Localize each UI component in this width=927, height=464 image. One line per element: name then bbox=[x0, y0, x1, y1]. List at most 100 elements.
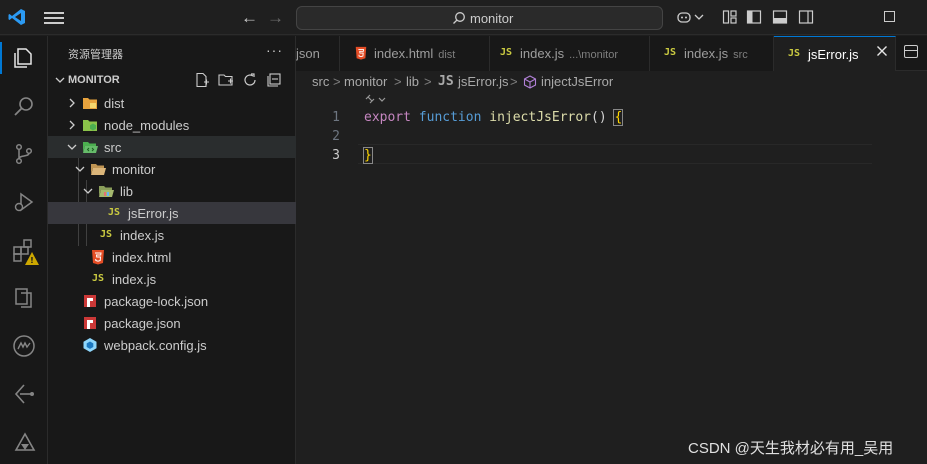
breadcrumb-item[interactable]: injectJsError bbox=[541, 74, 613, 89]
js-file-icon: JS bbox=[788, 48, 801, 59]
tree-item-label: monitor bbox=[112, 162, 156, 177]
breadcrumb-separator: > bbox=[333, 74, 341, 89]
npm-file-icon bbox=[84, 295, 96, 307]
copilot-icon[interactable] bbox=[676, 9, 692, 25]
tab-label: index.js ...\monitor bbox=[520, 46, 618, 61]
chevron-down-icon[interactable] bbox=[694, 9, 704, 25]
tree-item-jserror-js[interactable]: JS jsError.js bbox=[48, 202, 296, 224]
breadcrumb-separator: > bbox=[394, 74, 402, 89]
search-icon[interactable] bbox=[0, 86, 48, 126]
tree-item-label: jsError.js bbox=[128, 206, 179, 221]
source-control-icon[interactable] bbox=[0, 134, 48, 174]
command-center-search[interactable]: monitor bbox=[296, 6, 663, 30]
tab-description: ...\monitor bbox=[569, 49, 618, 61]
tab-description: src bbox=[733, 49, 748, 61]
tree-item-index-js[interactable]: JS index.js bbox=[48, 268, 296, 290]
tree-item-label: index.js bbox=[112, 272, 157, 287]
tree-item-package-json[interactable]: package.json bbox=[48, 312, 296, 334]
tree-item-webpack-config-js[interactable]: webpack.config.js bbox=[48, 334, 296, 356]
svg-text:!: ! bbox=[30, 256, 34, 265]
tab-index-js-monitor[interactable]: JS index.js ...\monitor bbox=[490, 36, 650, 71]
toggle-sidebar-icon[interactable] bbox=[746, 9, 762, 25]
html5-file-icon bbox=[355, 46, 367, 60]
new-file-icon[interactable] bbox=[194, 72, 210, 88]
workspace-section-header[interactable]: MONITOR bbox=[48, 70, 296, 92]
tree-item-label: package-lock.json bbox=[104, 294, 209, 309]
tab-json[interactable]: json bbox=[296, 36, 340, 71]
explorer-icon[interactable] bbox=[0, 38, 48, 78]
js-file-icon: JS bbox=[108, 207, 121, 218]
code-editor[interactable]: 1 2 3 export function injectJsError() { … bbox=[296, 93, 927, 464]
tree-item-node-modules[interactable]: node_modules bbox=[48, 114, 296, 136]
refresh-icon[interactable] bbox=[242, 72, 258, 88]
tab-index-js-src[interactable]: JS index.js src bbox=[650, 36, 774, 71]
js-file-icon: JS bbox=[438, 74, 454, 89]
more-actions-icon[interactable]: ··· bbox=[266, 42, 283, 58]
tree-item-package-lock-json[interactable]: package-lock.json bbox=[48, 290, 296, 312]
tree-item-lib[interactable]: lib bbox=[48, 180, 296, 202]
tab-label: json bbox=[296, 46, 320, 61]
gitlens-icon[interactable] bbox=[0, 374, 48, 414]
chevron-right-icon bbox=[69, 120, 75, 130]
search-icon bbox=[453, 12, 465, 24]
tree-item-label: package.json bbox=[104, 316, 181, 331]
tab-label: index.html dist bbox=[374, 46, 456, 61]
breadcrumb-item[interactable]: lib bbox=[406, 74, 419, 89]
tree-item-label: dist bbox=[104, 96, 125, 111]
codelens-icon bbox=[365, 94, 386, 104]
toggle-panel-icon[interactable] bbox=[772, 9, 788, 25]
code-line: } bbox=[363, 147, 373, 164]
symbol-method-icon bbox=[523, 75, 537, 89]
tree-item-src[interactable]: src bbox=[48, 136, 296, 158]
html5-file-icon bbox=[92, 250, 104, 265]
tree-item-index-html[interactable]: index.html bbox=[48, 246, 296, 268]
breadcrumb-item[interactable]: monitor bbox=[344, 74, 387, 89]
run-debug-icon[interactable] bbox=[0, 182, 48, 222]
chevron-down-icon bbox=[55, 77, 65, 83]
aw-icon[interactable] bbox=[0, 326, 48, 366]
remote-explorer-icon[interactable] bbox=[0, 278, 48, 318]
folder-src-open-icon bbox=[83, 142, 98, 153]
breadcrumb-item[interactable]: jsError.js bbox=[458, 74, 509, 89]
minimap[interactable] bbox=[880, 93, 882, 99]
brace-token: } bbox=[363, 147, 373, 164]
editor-tabs: json index.html dist JS index.js ...\monit… bbox=[296, 36, 927, 71]
chevron-right-icon bbox=[69, 98, 75, 108]
collapse-all-icon[interactable] bbox=[266, 72, 282, 88]
extensions-icon[interactable]: ! bbox=[0, 230, 48, 270]
menu-icon[interactable] bbox=[44, 10, 64, 26]
folder-open-icon bbox=[91, 164, 106, 175]
tree-item-dist[interactable]: dist bbox=[48, 92, 296, 114]
close-icon[interactable] bbox=[876, 45, 888, 57]
tree-item-label: index.js bbox=[120, 228, 165, 243]
breadcrumb-item[interactable]: src bbox=[312, 74, 329, 89]
chevron-down-icon bbox=[83, 188, 93, 194]
workspace-name: MONITOR bbox=[68, 74, 120, 86]
tree-item-index-js[interactable]: JS index.js bbox=[48, 224, 296, 246]
arrow-right-icon[interactable]: → bbox=[267, 8, 284, 28]
extension-icon[interactable] bbox=[0, 422, 48, 462]
js-file-icon: JS bbox=[664, 47, 677, 58]
tree-item-label: node_modules bbox=[104, 118, 190, 133]
punctuation-token: () bbox=[591, 110, 607, 125]
toggle-secondary-sidebar-icon[interactable] bbox=[798, 9, 814, 25]
maximize-icon[interactable] bbox=[884, 11, 895, 22]
js-file-icon: JS bbox=[92, 273, 105, 284]
customize-layout-icon[interactable] bbox=[722, 9, 738, 25]
tab-index-html[interactable]: index.html dist bbox=[340, 36, 490, 71]
line-number: 2 bbox=[332, 129, 340, 144]
current-line-highlight bbox=[358, 144, 872, 164]
watermark: CSDN @天生我材必有用_吴用 bbox=[688, 440, 894, 457]
tree-item-monitor[interactable]: monitor bbox=[48, 158, 296, 180]
line-number: 1 bbox=[332, 110, 340, 125]
keyword-token: function bbox=[418, 110, 482, 125]
breadcrumb-separator: > bbox=[510, 74, 518, 89]
js-file-icon: JS bbox=[100, 229, 113, 240]
chevron-down-icon bbox=[67, 144, 77, 150]
brace-token: { bbox=[613, 109, 624, 126]
arrow-left-icon[interactable]: ← bbox=[241, 8, 258, 28]
split-editor-icon[interactable] bbox=[904, 45, 918, 58]
breadcrumb-separator: > bbox=[424, 74, 432, 89]
new-folder-icon[interactable] bbox=[218, 72, 234, 88]
explorer-sidebar: 资源管理器 ··· MONITOR dist node_modules src … bbox=[48, 36, 296, 464]
